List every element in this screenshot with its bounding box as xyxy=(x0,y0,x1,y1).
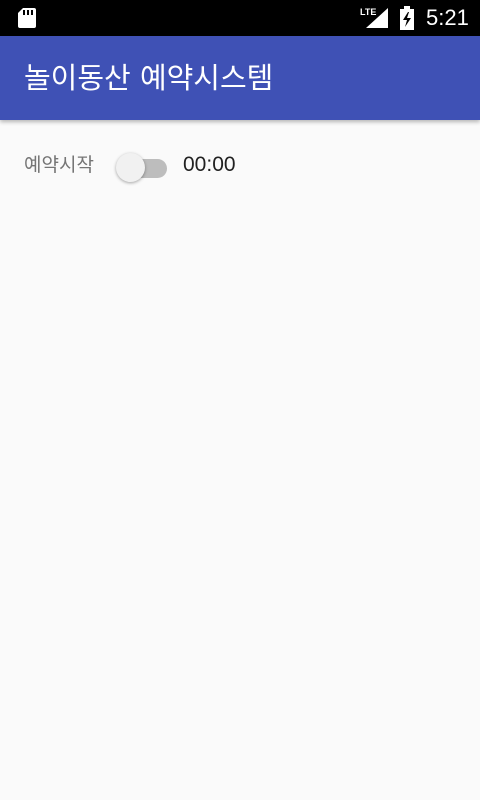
network-type-label: LTE xyxy=(360,7,377,17)
switch-thumb xyxy=(116,153,145,182)
sd-card-icon xyxy=(18,8,36,28)
reservation-time[interactable]: 00:00 xyxy=(183,152,236,178)
status-bar: LTE 5:21 xyxy=(0,0,480,36)
battery-charging-icon xyxy=(400,6,414,30)
reservation-switch[interactable] xyxy=(116,150,168,182)
status-clock: 5:21 xyxy=(426,5,469,30)
page-title: 놀이동산 예약시스템 xyxy=(24,61,274,95)
reservation-start-label: 예약시작 xyxy=(24,154,94,176)
reservation-row: 예약시작 00:00 xyxy=(0,140,480,190)
app-bar: 놀이동산 예약시스템 xyxy=(0,36,480,120)
lte-badge: LTE xyxy=(360,7,390,29)
